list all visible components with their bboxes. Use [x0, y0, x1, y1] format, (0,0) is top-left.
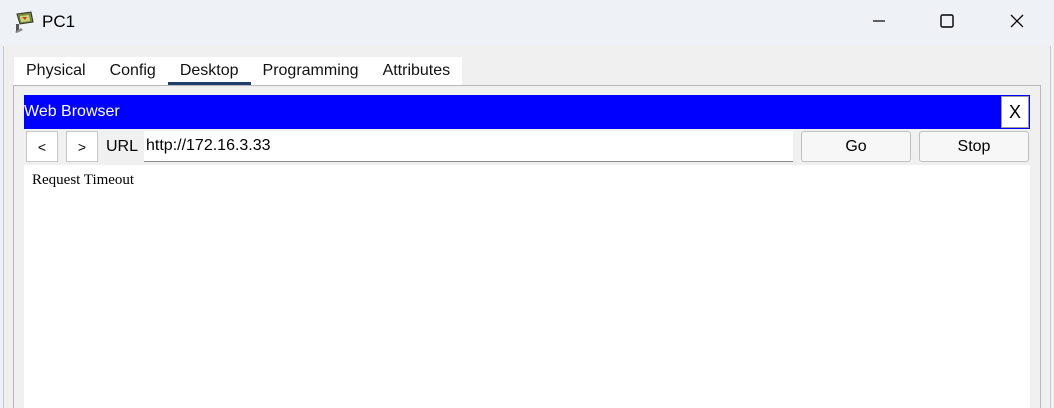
web-browser-header: [24, 95, 1030, 129]
maximize-button[interactable]: [912, 0, 982, 46]
url-label: URL: [105, 137, 138, 155]
close-icon: [1009, 13, 1025, 34]
tab-programming[interactable]: Programming: [251, 57, 371, 85]
page-content-text: Request Timeout: [32, 172, 135, 188]
forward-button[interactable]: >: [66, 131, 98, 162]
minimize-button[interactable]: [844, 0, 914, 46]
browser-close-button[interactable]: X: [1001, 96, 1029, 128]
tab-physical[interactable]: Physical: [14, 57, 98, 85]
window-title: PC1: [42, 12, 76, 31]
stop-button[interactable]: Stop: [919, 131, 1029, 162]
tab-desktop[interactable]: Desktop: [167, 57, 251, 86]
tab-attributes[interactable]: Attributes: [371, 57, 463, 85]
url-input[interactable]: [144, 131, 793, 162]
web-browser-title: Web Browser: [24, 103, 120, 120]
maximize-icon: [939, 13, 955, 34]
browser-content-area: [24, 165, 1030, 408]
window-titlebar: PC1: [0, 0, 1054, 46]
tab-config[interactable]: Config: [98, 57, 168, 85]
go-button[interactable]: Go: [801, 131, 911, 162]
pc-device-icon: [13, 10, 37, 34]
device-tabs: Physical Config Desktop Programming Attr…: [14, 57, 463, 86]
minimize-icon: [871, 13, 887, 34]
back-button[interactable]: <: [26, 131, 58, 162]
window-close-button[interactable]: [982, 0, 1052, 46]
